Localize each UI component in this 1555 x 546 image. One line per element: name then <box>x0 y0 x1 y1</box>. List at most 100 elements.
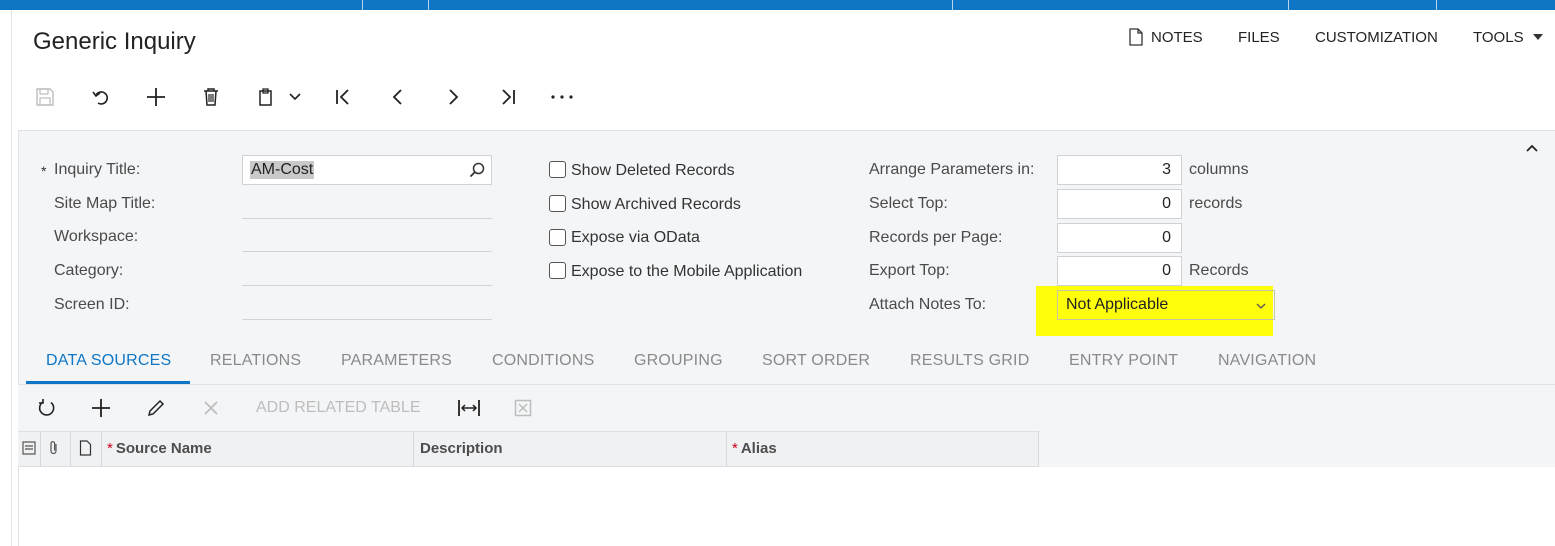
row-status-column <box>22 441 36 460</box>
category-input[interactable] <box>242 285 492 286</box>
tab-conditions[interactable]: CONDITIONS <box>492 352 594 370</box>
tab-results-grid[interactable]: RESULTS GRID <box>910 352 1029 370</box>
expose-odata-label: Expose via OData <box>571 229 700 246</box>
arrange-parameters-unit: columns <box>1189 161 1249 178</box>
grid-body <box>18 467 1555 546</box>
notes-button[interactable]: NOTES <box>1128 27 1203 47</box>
records-per-page-input[interactable]: 0 <box>1057 223 1182 253</box>
column-divider <box>413 431 414 467</box>
tab-navigation[interactable]: NAVIGATION <box>1218 352 1316 370</box>
top-bar-divider <box>362 0 363 10</box>
fit-to-screen-button[interactable] <box>457 398 481 423</box>
top-navigation-bar <box>0 0 1555 10</box>
workspace-input[interactable] <box>242 251 492 252</box>
add-button[interactable] <box>144 85 168 109</box>
row-status-icon <box>22 441 36 455</box>
copy-paste-button[interactable] <box>254 85 278 109</box>
column-alias[interactable]: * Alias <box>732 440 777 457</box>
delete-button[interactable] <box>199 85 223 109</box>
column-divider <box>726 431 727 467</box>
attach-notes-select[interactable]: Not Applicable <box>1057 290 1275 320</box>
grid-toolbar <box>18 385 1555 431</box>
top-bar-divider <box>952 0 953 10</box>
required-marker: * <box>732 440 738 457</box>
records-per-page-label: Records per Page: <box>869 229 1003 246</box>
tab-data-sources[interactable]: DATA SOURCES <box>46 352 171 370</box>
site-map-title-input[interactable] <box>242 218 492 219</box>
column-divider <box>101 431 102 467</box>
add-icon <box>92 399 110 417</box>
first-record-button[interactable] <box>331 85 355 109</box>
tools-menu[interactable]: TOOLS <box>1473 27 1543 47</box>
attach-notes-value: Not Applicable <box>1066 296 1169 313</box>
chevron-up-icon <box>1526 144 1538 152</box>
previous-record-button[interactable] <box>386 85 410 109</box>
delete-row-button[interactable] <box>202 399 220 422</box>
caret-down-icon <box>1532 34 1543 40</box>
paperclip-icon <box>50 441 57 455</box>
undo-button[interactable] <box>89 85 113 109</box>
export-top-unit: Records <box>1189 262 1249 279</box>
tab-entry-point[interactable]: ENTRY POINT <box>1069 352 1178 370</box>
column-label: Alias <box>740 440 777 457</box>
add-row-button[interactable] <box>91 398 111 423</box>
files-button[interactable]: FILES <box>1238 27 1280 47</box>
customization-button[interactable]: CUSTOMIZATION <box>1315 27 1438 47</box>
show-archived-checkbox[interactable] <box>549 195 566 212</box>
copy-paste-dropdown[interactable] <box>283 85 307 109</box>
next-record-button[interactable] <box>441 85 465 109</box>
column-label: Source Name <box>115 440 212 457</box>
select-top-label: Select Top: <box>869 195 948 212</box>
select-top-unit: records <box>1189 195 1243 212</box>
chevron-left-icon <box>392 89 402 105</box>
show-archived-label: Show Archived Records <box>571 196 741 213</box>
show-deleted-label: Show Deleted Records <box>571 162 735 179</box>
export-top-input[interactable]: 0 <box>1057 256 1182 286</box>
column-description[interactable]: Description <box>420 440 503 457</box>
files-column <box>48 440 60 461</box>
tab-grouping[interactable]: GROUPING <box>634 352 723 370</box>
files-label: FILES <box>1238 28 1280 46</box>
expose-mobile-checkbox[interactable] <box>549 262 566 279</box>
search-icon[interactable] <box>469 162 485 178</box>
inquiry-title-value: AM-Cost <box>250 161 315 179</box>
screen-id-input[interactable] <box>242 319 492 320</box>
top-bar-divider <box>1288 0 1289 10</box>
add-related-table-button[interactable]: ADD RELATED TABLE <box>256 399 421 417</box>
column-source-name[interactable]: * Source Name <box>107 440 212 457</box>
edit-row-button[interactable] <box>146 398 166 423</box>
tab-parameters[interactable]: PARAMETERS <box>341 352 452 370</box>
expose-mobile-label: Expose to the Mobile Application <box>571 263 803 280</box>
collapse-panel-button[interactable] <box>1525 140 1539 158</box>
refresh-button[interactable] <box>37 398 57 423</box>
page-title: Generic Inquiry <box>33 28 196 55</box>
last-record-icon <box>502 89 515 105</box>
arrange-parameters-label: Arrange Parameters in: <box>869 161 1035 178</box>
expose-odata-checkbox[interactable] <box>549 229 566 246</box>
save-button[interactable] <box>33 85 57 109</box>
inquiry-title-input[interactable]: AM-Cost <box>242 155 492 185</box>
screen-id-label: Screen ID: <box>54 296 130 313</box>
export-excel-button[interactable] <box>514 399 532 422</box>
customization-label: CUSTOMIZATION <box>1315 28 1438 46</box>
more-actions-button[interactable] <box>550 85 574 109</box>
column-divider <box>70 431 71 467</box>
add-icon <box>147 88 165 106</box>
select-top-input[interactable]: 0 <box>1057 189 1182 219</box>
last-record-button[interactable] <box>496 85 520 109</box>
column-divider <box>1038 431 1039 467</box>
chevron-down-icon <box>1256 303 1266 309</box>
note-icon <box>1129 28 1143 46</box>
arrange-parameters-input[interactable]: 3 <box>1057 155 1182 185</box>
chevron-down-icon <box>289 93 301 101</box>
notes-column <box>79 440 92 461</box>
category-label: Category: <box>54 262 124 279</box>
excel-icon <box>514 399 532 417</box>
notes-label: NOTES <box>1151 28 1203 46</box>
inquiry-title-label: Inquiry Title: <box>54 161 141 178</box>
tab-sort-order[interactable]: SORT ORDER <box>762 352 870 370</box>
show-deleted-checkbox[interactable] <box>549 161 566 178</box>
export-top-label: Export Top: <box>869 262 950 279</box>
tab-relations[interactable]: RELATIONS <box>210 352 301 370</box>
required-marker: * <box>107 440 113 457</box>
